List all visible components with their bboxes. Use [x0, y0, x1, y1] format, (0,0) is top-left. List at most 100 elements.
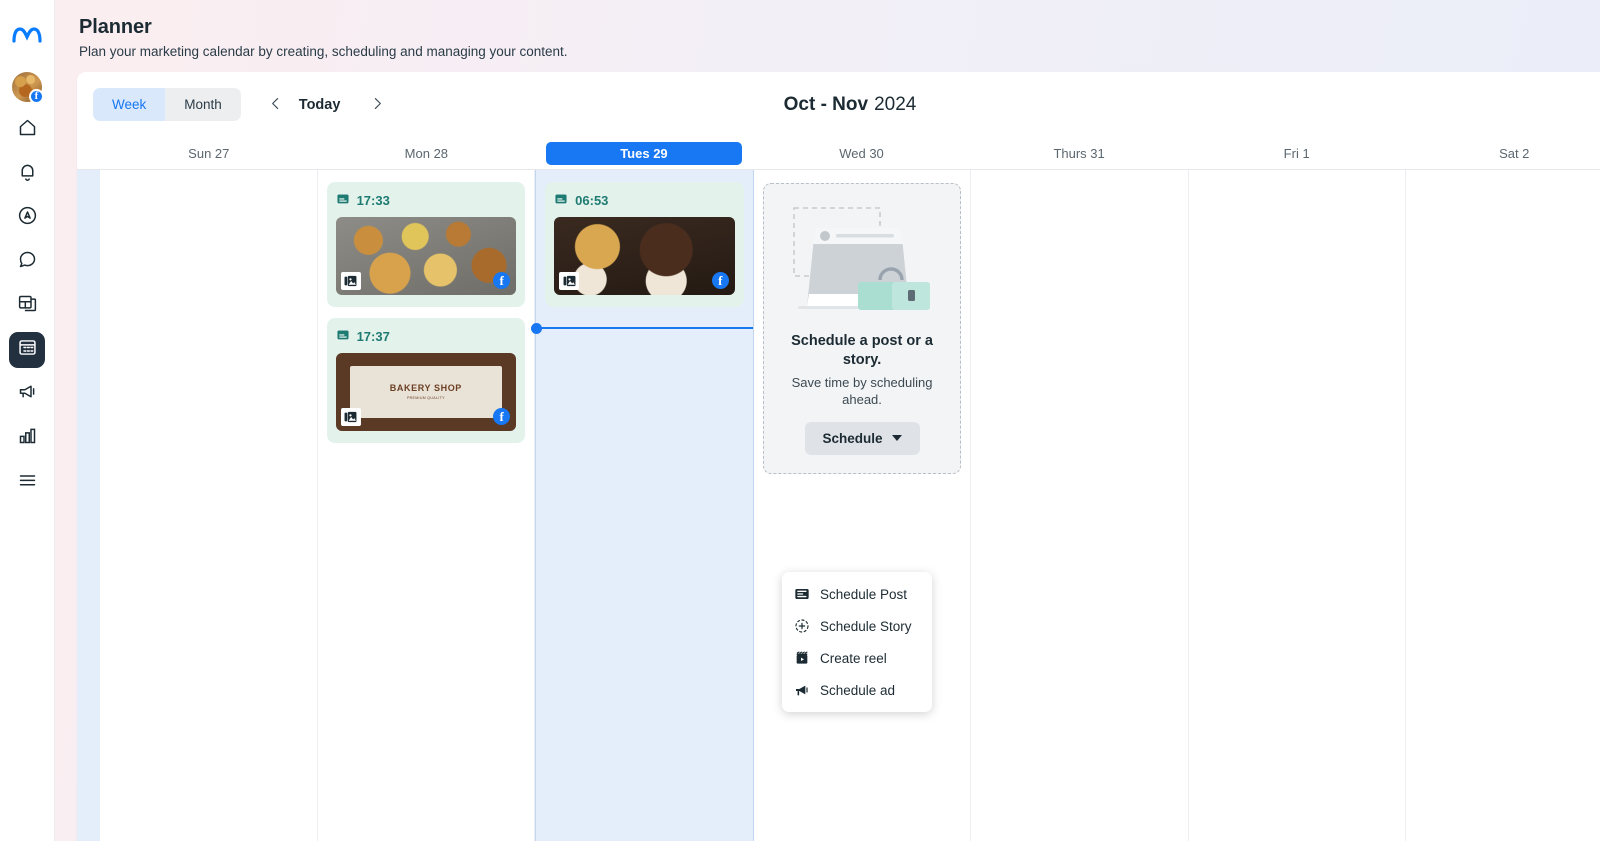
sidebar-item-notifications[interactable]	[9, 156, 45, 192]
sidebar-item-posts[interactable]	[9, 288, 45, 324]
page-header: Planner Plan your marketing calendar by …	[55, 0, 1600, 72]
day-header-sat[interactable]: Sat 2	[1405, 137, 1600, 169]
day-header-sun[interactable]: Sun 27	[100, 137, 318, 169]
left-nav-rail: f	[0, 0, 55, 841]
day-label: Fri 1	[1283, 145, 1310, 161]
avatar[interactable]: f	[12, 72, 44, 104]
planner-calendar-icon	[17, 337, 38, 363]
day-column-fri[interactable]	[1189, 170, 1407, 841]
day-label: Wed 30	[839, 145, 884, 161]
day-column-sun[interactable]	[100, 170, 318, 841]
sidebar-item-more[interactable]	[9, 464, 45, 500]
post-thumbnail: BAKERY SHOP PREMIUM QUALITY f	[335, 353, 517, 431]
banner-subtitle: PREMIUM QUALITY	[406, 395, 445, 400]
day-column-tues-today[interactable]: 06:53 f	[531, 170, 754, 841]
facebook-icon: f	[493, 408, 511, 425]
view-toggle-week[interactable]: Week	[93, 88, 166, 121]
day-label: Thurs 31	[1053, 145, 1105, 161]
carousel-icon	[559, 272, 580, 290]
menu-item-schedule-ad[interactable]: Schedule ad	[782, 674, 932, 706]
prev-period-button[interactable]	[259, 88, 293, 122]
post-icon	[336, 192, 350, 209]
menu-item-schedule-story[interactable]: Schedule Story	[782, 610, 932, 642]
menu-item-schedule-post[interactable]: Schedule Post	[782, 578, 932, 610]
chevron-down-icon	[891, 435, 902, 442]
today-button[interactable]: Today	[293, 97, 347, 113]
day-column-sat[interactable]	[1406, 170, 1600, 841]
view-toggle-month[interactable]: Month	[165, 88, 241, 121]
home-icon	[17, 117, 38, 143]
empty-state-title: Schedule a post or a story.	[791, 333, 933, 368]
carousel-icon	[340, 408, 361, 426]
post-card[interactable]: 06:53 f	[545, 182, 744, 307]
page-title: Planner	[79, 16, 152, 38]
post-time-row: 17:37	[336, 328, 517, 345]
facebook-icon: f	[711, 272, 729, 289]
post-thumbnail: f	[335, 217, 517, 295]
post-time: 06:53	[575, 193, 609, 208]
carousel-icon	[340, 272, 361, 290]
post-card[interactable]: 17:37 BAKERY SHOP PREMIUM QUALITY f	[326, 318, 526, 443]
page-subtitle: Plan your marketing calendar by creating…	[79, 44, 568, 59]
post-icon	[794, 586, 810, 602]
post-thumbnail: f	[554, 217, 735, 295]
more-menu-icon	[17, 469, 38, 495]
menu-item-label: Schedule ad	[820, 682, 896, 698]
grid-gutter	[77, 170, 100, 841]
next-period-button[interactable]	[360, 88, 394, 122]
posts-stack-icon	[17, 293, 38, 319]
empty-state-body: Save time by scheduling ahead.	[791, 374, 933, 408]
megaphone-icon	[794, 682, 810, 698]
view-toggle-group: Week Month	[93, 88, 241, 121]
planner-app: f Planner Plan your marketing calendar b…	[0, 0, 1600, 841]
chevron-left-icon	[267, 95, 284, 115]
day-label: Mon 28	[404, 145, 449, 161]
day-column-mon[interactable]: 17:33 f 17:37 BAKERY SHOP PREMIUM QUALIT…	[318, 170, 536, 841]
banner-title: BAKERY SHOP	[389, 383, 462, 394]
day-column-thurs[interactable]	[971, 170, 1189, 841]
menu-item-label: Schedule Post	[820, 586, 908, 602]
calendar-toolbar: Week Month Today Oct - Nov 2024	[77, 72, 1600, 137]
day-label: Sat 2	[1499, 145, 1530, 161]
day-header-tues-today[interactable]: Tues 29	[535, 137, 753, 169]
schedule-button-label: Schedule	[822, 430, 883, 446]
menu-item-label: Create reel	[820, 650, 887, 666]
sidebar-item-insights[interactable]	[9, 420, 45, 456]
day-header-wed[interactable]: Wed 30	[753, 137, 971, 169]
story-plus-icon	[794, 618, 810, 634]
schedule-dropdown-menu: Schedule Post Schedule Story Create reel	[782, 572, 932, 712]
post-time: 17:33	[356, 193, 390, 208]
reel-clapper-icon	[794, 650, 810, 666]
meta-logo-icon[interactable]	[7, 16, 47, 56]
day-header-fri[interactable]: Fri 1	[1188, 137, 1406, 169]
sidebar-item-home[interactable]	[9, 112, 45, 148]
current-time-indicator	[531, 323, 753, 334]
schedule-empty-state: Schedule a post or a story. Save time by…	[762, 183, 962, 474]
post-card[interactable]: 17:33 f	[326, 182, 526, 307]
day-column-wed[interactable]: Schedule a post or a story. Save time by…	[754, 170, 972, 841]
day-header-gutter	[77, 137, 100, 169]
post-time: 17:37	[356, 329, 390, 344]
menu-item-create-reel[interactable]: Create reel	[782, 642, 932, 674]
facebook-icon: f	[493, 272, 511, 289]
sidebar-item-ads[interactable]	[9, 376, 45, 412]
day-label: Sun 27	[188, 145, 230, 161]
menu-item-label: Schedule Story	[820, 618, 912, 634]
sidebar-item-messages[interactable]	[9, 244, 45, 280]
date-range-main: Oct - Nov	[783, 93, 869, 115]
ads-megaphone-icon	[17, 381, 38, 407]
day-header-mon[interactable]: Mon 28	[318, 137, 536, 169]
day-label: Tues 29	[545, 141, 742, 165]
day-header-row: Sun 27 Mon 28 Tues 29 Wed 30 Thurs 31 Fr…	[77, 137, 1600, 170]
sidebar-item-planner[interactable]	[9, 332, 45, 368]
messages-chat-icon	[17, 249, 38, 275]
schedule-button[interactable]: Schedule	[804, 421, 920, 455]
current-time-dot	[531, 323, 543, 334]
sidebar-item-boost[interactable]	[9, 200, 45, 236]
post-icon	[554, 192, 568, 209]
boost-circle-icon	[17, 205, 38, 231]
post-icon	[336, 328, 350, 345]
day-header-thurs[interactable]: Thurs 31	[970, 137, 1188, 169]
planner-panel: Week Month Today Oct - Nov 2024 Sun 27 M…	[77, 72, 1600, 841]
bakery-banner-art: BAKERY SHOP PREMIUM QUALITY	[350, 366, 502, 418]
